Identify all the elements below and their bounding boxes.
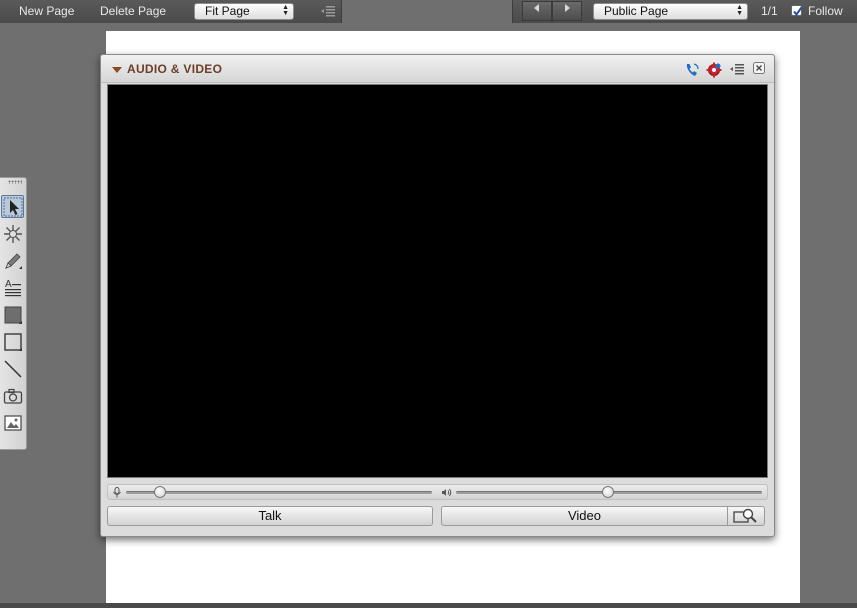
drawing-tools-palette: A xyxy=(0,177,27,450)
triangle-left-icon xyxy=(534,4,539,12)
rectangle-tool[interactable] xyxy=(1,330,24,353)
microphone-volume-track[interactable] xyxy=(126,491,432,494)
video-display xyxy=(107,84,768,478)
preview-button[interactable] xyxy=(727,506,765,526)
settings-icon[interactable] xyxy=(706,62,722,78)
zoom-select[interactable]: Fit Page ▲ ▼ xyxy=(194,3,294,20)
phone-icon[interactable] xyxy=(684,62,700,78)
pod-title: AUDIO & VIDEO xyxy=(127,62,223,76)
follow-label: Follow xyxy=(808,4,843,18)
rectangle-icon xyxy=(3,332,22,351)
collapse-arrow-icon[interactable] xyxy=(112,67,122,73)
pencil-tool[interactable] xyxy=(1,249,24,272)
camera-preview-icon xyxy=(733,508,757,523)
next-page-button[interactable] xyxy=(552,1,582,21)
menu-icon[interactable] xyxy=(729,62,745,76)
volume-controls xyxy=(107,484,768,500)
view-select[interactable]: Public Page ▲ ▼ xyxy=(593,3,748,20)
audio-video-pod: AUDIO & VIDEO Talk Video xyxy=(100,54,775,537)
microphone-volume-thumb[interactable] xyxy=(154,486,167,498)
image-icon xyxy=(3,414,22,431)
bottom-bar xyxy=(0,603,857,608)
text-tool[interactable]: A xyxy=(1,276,24,299)
camera-tool[interactable] xyxy=(1,384,24,407)
document-toolbar: New Page Delete Page Fit Page ▲ ▼ xyxy=(0,0,342,23)
line-icon xyxy=(3,359,22,378)
select-arrows-icon: ▲ ▼ xyxy=(282,4,289,17)
new-page-button[interactable]: New Page xyxy=(19,4,74,18)
triangle-right-icon xyxy=(565,4,570,12)
talk-button[interactable]: Talk xyxy=(107,506,433,526)
speaker-volume-thumb[interactable] xyxy=(602,486,614,498)
video-button[interactable]: Video xyxy=(441,506,728,526)
filled-square-icon xyxy=(4,306,22,324)
view-select-value: Public Page xyxy=(604,4,669,18)
speaker-icon xyxy=(442,488,452,497)
arrow-cursor-icon xyxy=(3,197,22,216)
select-arrows-icon: ▲ ▼ xyxy=(736,4,743,17)
filled-shape-tool[interactable] xyxy=(1,303,24,326)
palette-grip[interactable] xyxy=(8,180,22,184)
line-tool[interactable] xyxy=(1,357,24,380)
laser-pointer-tool[interactable] xyxy=(1,222,24,245)
follow-checkbox[interactable] xyxy=(791,5,803,17)
zoom-select-value: Fit Page xyxy=(205,4,250,18)
delete-page-button[interactable]: Delete Page xyxy=(100,4,166,18)
text-icon: A xyxy=(4,279,21,296)
page-count: 1/1 xyxy=(761,4,778,18)
pod-header[interactable]: AUDIO & VIDEO xyxy=(101,55,774,83)
image-tool[interactable] xyxy=(1,411,24,434)
microphone-icon xyxy=(113,487,121,498)
camera-icon xyxy=(3,388,22,404)
sparkle-icon xyxy=(3,224,22,243)
pencil-icon xyxy=(4,252,22,269)
svg-text:A: A xyxy=(5,279,12,290)
select-tool[interactable] xyxy=(1,195,24,218)
previous-page-button[interactable] xyxy=(522,1,552,21)
list-options-icon[interactable] xyxy=(320,4,336,18)
close-icon[interactable] xyxy=(753,62,765,74)
checkmark-icon xyxy=(793,6,803,17)
